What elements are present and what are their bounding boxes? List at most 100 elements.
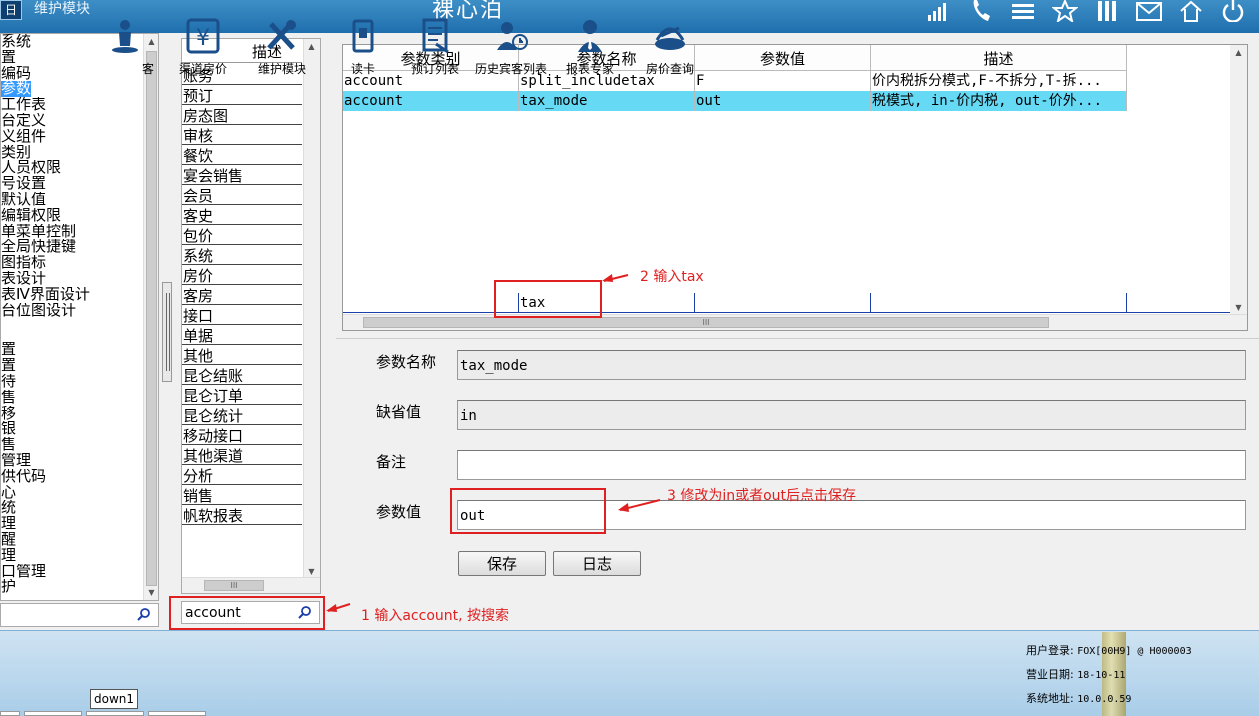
- category-item[interactable]: 审核: [182, 125, 302, 145]
- category-item[interactable]: 预订: [182, 85, 302, 105]
- category-item[interactable]: 昆仑结账: [182, 365, 302, 385]
- tree-search-box[interactable]: [0, 603, 159, 627]
- grid-vscrollbar[interactable]: ▲ ▼: [1230, 45, 1247, 315]
- column-header[interactable]: 描述: [871, 45, 1127, 71]
- tree-item[interactable]: 移: [1, 406, 145, 422]
- tree-item[interactable]: 心: [1, 485, 145, 501]
- tree-item[interactable]: 统: [1, 500, 145, 516]
- column-header[interactable]: 参数值: [695, 45, 871, 71]
- taskbar-tab[interactable]: [148, 711, 206, 716]
- category-item[interactable]: 房态图: [182, 105, 302, 125]
- category-item[interactable]: 销售: [182, 485, 302, 505]
- tree-item[interactable]: 参数: [1, 81, 145, 98]
- category-item[interactable]: 昆仑订单: [182, 385, 302, 405]
- category-item[interactable]: 房价: [182, 265, 302, 285]
- filter-cell[interactable]: [871, 293, 1127, 313]
- remark-field[interactable]: [457, 450, 1246, 480]
- toolbar-button-rate[interactable]: 房价查询: [639, 18, 701, 78]
- tree-item[interactable]: 理: [1, 548, 145, 564]
- tree-item[interactable]: 管理: [1, 453, 145, 469]
- tree-item[interactable]: 号设置: [1, 176, 145, 192]
- category-item[interactable]: 会员: [182, 185, 302, 205]
- category-hscroll-thumb[interactable]: III: [204, 580, 264, 591]
- tree-item[interactable]: 口管理: [1, 564, 145, 580]
- category-item[interactable]: 包价: [182, 225, 302, 245]
- taskbar-tab[interactable]: [0, 711, 20, 716]
- tree-item[interactable]: 全局快捷键: [1, 239, 145, 255]
- category-item[interactable]: 其他: [182, 345, 302, 365]
- star-icon[interactable]: [1051, 0, 1079, 22]
- tree-item[interactable]: 表设计: [1, 271, 145, 287]
- scroll-down-icon[interactable]: ▼: [144, 585, 158, 600]
- tree-item[interactable]: 置: [1, 358, 145, 374]
- search-icon[interactable]: [136, 607, 152, 623]
- filter-cell[interactable]: [343, 293, 519, 313]
- category-item[interactable]: 移动接口: [182, 425, 302, 445]
- category-item[interactable]: 客史: [182, 205, 302, 225]
- param-name-field[interactable]: tax_mode: [457, 350, 1246, 380]
- tree-item[interactable]: 台位图设计: [1, 303, 145, 319]
- table-row[interactable]: account tax_mode out 税模式, in-价内税, out-价外...: [343, 91, 1127, 111]
- tree-scrollbar[interactable]: ▲ ▼: [143, 34, 158, 600]
- tree-item[interactable]: 图指标: [1, 255, 145, 271]
- tree-item[interactable]: 台定义: [1, 113, 145, 129]
- scroll-down-icon[interactable]: ▼: [1230, 300, 1247, 315]
- module-tree[interactable]: 系统置编码 参数 工作表 台定义 义组件 类别 人员权限 号设置 默认值 编辑权限 单菜单控制 全局快…: [0, 33, 159, 601]
- category-item[interactable]: 其他渠道: [182, 445, 302, 465]
- tree-scroll-thumb[interactable]: [146, 51, 157, 586]
- phone-icon[interactable]: [967, 0, 995, 22]
- toolbar-button-list[interactable]: 预订列表: [404, 18, 466, 78]
- category-item[interactable]: 分析: [182, 465, 302, 485]
- category-item[interactable]: 帆软报表: [182, 505, 302, 525]
- taskbar-tab[interactable]: [24, 711, 82, 716]
- tree-item[interactable]: 护: [1, 579, 145, 595]
- default-value-field[interactable]: in: [457, 400, 1246, 430]
- parameter-grid[interactable]: 参数类别 参数名称 参数值 描述 account split_includetax F 价内…: [342, 44, 1248, 331]
- tree-item[interactable]: 理: [1, 516, 145, 532]
- category-item[interactable]: 昆仑统计: [182, 405, 302, 425]
- tree-item[interactable]: 类别: [1, 145, 145, 161]
- tree-item[interactable]: 置: [1, 342, 145, 358]
- tree-item[interactable]: 表Ⅳ界面设计: [1, 287, 145, 303]
- log-button[interactable]: 日志: [553, 551, 641, 576]
- toolbar-button-history[interactable]: 历史宾客列表: [474, 18, 548, 78]
- tree-item[interactable]: 编辑权限: [1, 208, 145, 224]
- tree-item[interactable]: 售: [1, 390, 145, 406]
- tree-item[interactable]: 售: [1, 437, 145, 453]
- mail-icon[interactable]: [1135, 0, 1163, 22]
- category-item[interactable]: 单据: [182, 325, 302, 345]
- panel-splitter[interactable]: [162, 282, 172, 382]
- tree-item[interactable]: 义组件: [1, 129, 145, 145]
- category-hscrollbar[interactable]: III: [182, 577, 320, 593]
- signal-icon[interactable]: [925, 0, 953, 22]
- grid-hscroll-thumb[interactable]: III: [363, 317, 1049, 328]
- home-icon[interactable]: [1177, 0, 1205, 22]
- toolbar-button-card[interactable]: 读卡: [332, 18, 394, 78]
- tree-item[interactable]: 醒: [1, 532, 145, 548]
- category-item[interactable]: 系统: [182, 245, 302, 265]
- category-item[interactable]: 宴会销售: [182, 165, 302, 185]
- pause-icon[interactable]: [1093, 0, 1121, 22]
- save-button[interactable]: 保存: [458, 551, 546, 576]
- tree-item[interactable]: 默认值: [1, 192, 145, 208]
- filter-cell[interactable]: [695, 293, 871, 313]
- toolbar-button-tools[interactable]: 维护模块: [251, 18, 313, 78]
- tree-item[interactable]: 工作表: [1, 97, 145, 113]
- menu-icon[interactable]: [1009, 0, 1037, 22]
- taskbar-tab[interactable]: [86, 711, 144, 716]
- toolbar-button-person[interactable]: 客: [94, 18, 156, 78]
- category-scrollbar[interactable]: ▲ ▼: [303, 39, 320, 579]
- tree-item[interactable]: 单菜单控制: [1, 224, 145, 240]
- grid-hscrollbar[interactable]: III: [343, 314, 1247, 330]
- tree-item[interactable]: 银: [1, 421, 145, 437]
- category-list[interactable]: 描述 账务 预订 房态图 审核 餐饮 宴会销售 会员 客史 包价 系统 房价 客房 接口 单据 其他 昆仑结账…: [181, 38, 321, 594]
- category-item[interactable]: 餐饮: [182, 145, 302, 165]
- tree-item[interactable]: 待: [1, 374, 145, 390]
- grid-filter-row[interactable]: tax: [343, 293, 1231, 313]
- category-item[interactable]: 接口: [182, 305, 302, 325]
- tree-item[interactable]: 供代码: [1, 469, 145, 485]
- tree-item[interactable]: 人员权限: [1, 160, 145, 176]
- power-icon[interactable]: [1219, 0, 1247, 22]
- scroll-up-icon[interactable]: ▲: [1230, 45, 1247, 60]
- toolbar-button-expert[interactable]: 报表专家: [559, 18, 621, 78]
